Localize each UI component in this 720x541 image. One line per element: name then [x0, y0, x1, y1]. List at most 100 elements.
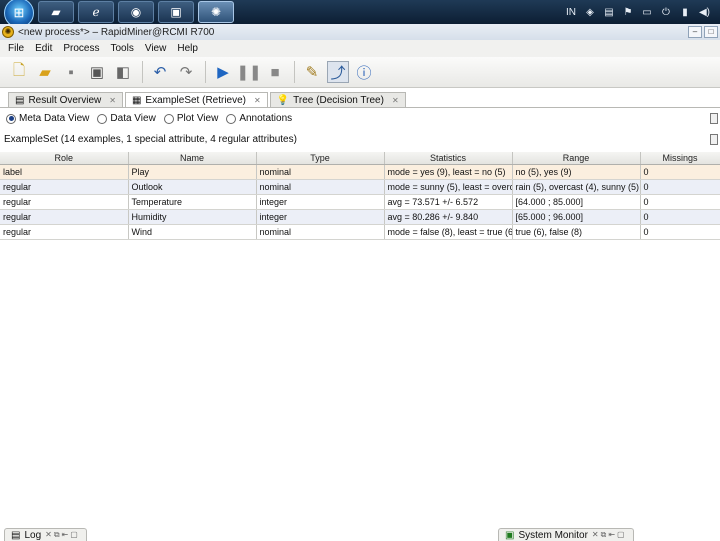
- menu-view[interactable]: View: [145, 43, 167, 54]
- radio-icon: [163, 113, 174, 124]
- column-header-statistics[interactable]: Statistics: [384, 152, 513, 165]
- overview-icon: ▤: [15, 94, 25, 106]
- firefox-icon: ◉: [130, 5, 142, 19]
- cell-range: [64.000 ; 85.000]: [512, 194, 641, 210]
- cell-name: Temperature: [128, 194, 257, 210]
- welcome-perspective-button[interactable]: ⓘ: [353, 61, 375, 83]
- cell-name: Play: [128, 164, 257, 180]
- column-header-range[interactable]: Range: [512, 152, 641, 165]
- design-perspective-button[interactable]: ✎: [301, 61, 323, 83]
- rapidminer-logo-icon: ✺: [2, 26, 14, 38]
- main-toolbar: 🗋 ▰ ▪ ▣ ◧ ↶ ↷ ▶ ❚❚ ■ ✎ ⤴ ⓘ: [0, 57, 720, 88]
- tab-exampleset[interactable]: ▦ ExampleSet (Retrieve) ✕: [124, 92, 268, 107]
- cell-missings: 0: [640, 179, 720, 195]
- taskbar-ie-button[interactable]: ℯ: [78, 1, 114, 23]
- toolbar-separator: [142, 61, 143, 83]
- table-row[interactable]: regular Humidity integer avg = 80.286 +/…: [0, 209, 720, 225]
- panel-controls-icon[interactable]: ✕⧉⇤▢: [592, 530, 627, 540]
- radio-label: Plot View: [176, 113, 219, 124]
- network-icon[interactable]: ◈: [585, 7, 595, 18]
- table-row[interactable]: regular Wind nominal mode = false (8), l…: [0, 224, 720, 240]
- taskbar-folder-button[interactable]: ▰: [38, 1, 74, 23]
- result-tabs: ▤ Result Overview ✕ ▦ ExampleSet (Retrie…: [0, 92, 720, 108]
- table-row[interactable]: regular Temperature integer avg = 73.571…: [0, 194, 720, 210]
- taskbar-rapidminer-button[interactable]: ✺: [198, 1, 234, 23]
- save-as-button[interactable]: ▣: [86, 61, 108, 83]
- pause-button[interactable]: ❚❚: [236, 61, 261, 83]
- stop-button[interactable]: ■: [264, 61, 286, 83]
- cell-type: nominal: [256, 224, 385, 240]
- radio-label: Data View: [110, 113, 156, 124]
- close-icon[interactable]: ✕: [254, 96, 261, 105]
- power-icon[interactable]: ⏻: [661, 7, 671, 18]
- cell-name: Outlook: [128, 179, 257, 195]
- undo-button[interactable]: ↶: [149, 61, 171, 83]
- chart-icon: ⤴: [330, 64, 346, 82]
- cell-missings: 0: [640, 164, 720, 180]
- open-folder-icon: ▰: [39, 64, 51, 81]
- minimize-button[interactable]: –: [688, 26, 702, 38]
- menu-edit[interactable]: Edit: [35, 43, 52, 54]
- close-icon[interactable]: ✕: [392, 96, 399, 105]
- radio-label: Meta Data View: [19, 113, 90, 124]
- tab-system-monitor[interactable]: ▣ System Monitor ✕⧉⇤▢: [498, 528, 634, 541]
- close-icon[interactable]: ✕: [109, 96, 116, 105]
- tab-label: Log: [24, 529, 42, 541]
- bottom-panel-tabs: ▤ Log ✕⧉⇤▢ ▣ System Monitor ✕⧉⇤▢: [0, 526, 720, 541]
- export-side-button[interactable]: [710, 113, 718, 124]
- cell-missings: 0: [640, 224, 720, 240]
- cell-range: [65.000 ; 96.000]: [512, 209, 641, 225]
- folder-icon: ▰: [51, 5, 61, 19]
- table-row[interactable]: regular Outlook nominal mode = sunny (5)…: [0, 179, 720, 195]
- toolbar-separator: [205, 61, 206, 83]
- cell-statistics: mode = false (8), least = true (6): [384, 224, 513, 240]
- tab-result-overview[interactable]: ▤ Result Overview ✕: [8, 92, 123, 107]
- menu-tools[interactable]: Tools: [110, 43, 133, 54]
- play-icon: ▶: [217, 64, 229, 81]
- display-icon[interactable]: ▭: [642, 7, 652, 18]
- tab-decision-tree[interactable]: 💡 Tree (Decision Tree) ✕: [269, 92, 406, 107]
- radio-meta-data-view[interactable]: Meta Data View: [6, 113, 89, 124]
- new-file-icon: 🗋: [12, 61, 26, 79]
- result-perspective-button[interactable]: ⤴: [327, 61, 349, 83]
- window-controls: – □: [688, 26, 720, 38]
- column-header-role[interactable]: Role: [0, 152, 129, 165]
- print-side-button[interactable]: [710, 134, 718, 145]
- cell-range: rain (5), overcast (4), sunny (5): [512, 179, 641, 195]
- stop-icon: ■: [270, 63, 280, 81]
- open-process-button[interactable]: ▰: [34, 61, 56, 83]
- radio-plot-view[interactable]: Plot View: [163, 113, 219, 124]
- tab-label: System Monitor: [518, 529, 588, 541]
- battery-icon[interactable]: ▮: [680, 7, 690, 18]
- menu-bar: File Edit Process Tools View Help: [0, 40, 720, 57]
- language-indicator[interactable]: IN: [566, 7, 576, 18]
- menu-file[interactable]: File: [8, 43, 24, 54]
- save-process-button[interactable]: ▪: [60, 61, 82, 83]
- radio-data-view[interactable]: Data View: [97, 113, 156, 124]
- redo-button[interactable]: ↷: [175, 61, 197, 83]
- column-header-name[interactable]: Name: [128, 152, 257, 165]
- lightbulb-icon: 💡: [276, 94, 290, 106]
- safely-remove-icon[interactable]: ▤: [604, 7, 614, 18]
- menu-process[interactable]: Process: [63, 43, 99, 54]
- volume-icon[interactable]: ◀): [699, 7, 710, 18]
- panel-controls-icon[interactable]: ✕⧉⇤▢: [45, 530, 80, 540]
- powerpoint-icon: ▣: [170, 5, 182, 19]
- taskbar-powerpoint-button[interactable]: ▣: [158, 1, 194, 23]
- table-row[interactable]: label Play nominal mode = yes (9), least…: [0, 164, 720, 180]
- export-button[interactable]: ◧: [112, 61, 134, 83]
- tab-log[interactable]: ▤ Log ✕⧉⇤▢: [4, 528, 87, 541]
- column-header-type[interactable]: Type: [256, 152, 385, 165]
- monitor-icon: ▣: [505, 529, 515, 541]
- radio-annotations[interactable]: Annotations: [226, 113, 292, 124]
- save-as-icon: ▣: [89, 64, 105, 81]
- cell-statistics: avg = 80.286 +/- 9.840: [384, 209, 513, 225]
- run-button[interactable]: ▶: [212, 61, 234, 83]
- new-process-button[interactable]: 🗋: [8, 61, 30, 83]
- taskbar-firefox-button[interactable]: ◉: [118, 1, 154, 23]
- column-header-missings[interactable]: Missings: [640, 152, 720, 165]
- cell-type: nominal: [256, 164, 385, 180]
- action-center-flag-icon[interactable]: ⚑: [623, 7, 633, 18]
- maximize-button[interactable]: □: [704, 26, 718, 38]
- menu-help[interactable]: Help: [177, 43, 198, 54]
